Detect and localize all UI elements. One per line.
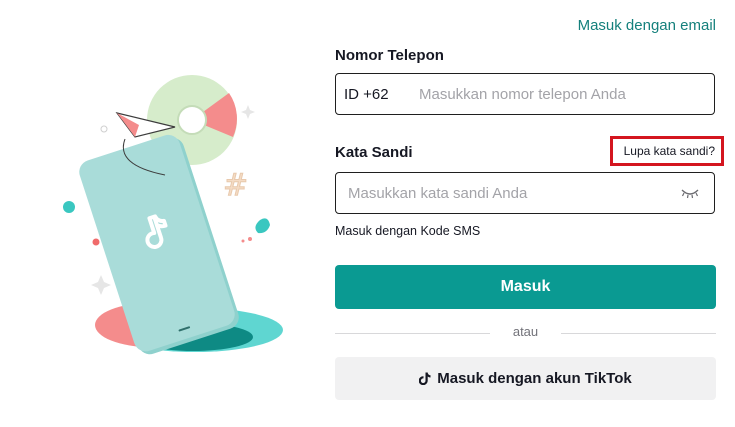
- country-code-selector[interactable]: ID +62: [344, 86, 389, 103]
- divider-text: atau: [512, 324, 539, 339]
- login-button[interactable]: Masuk: [335, 265, 716, 309]
- sms-login-link[interactable]: Masuk dengan Kode SMS: [335, 224, 480, 238]
- eye-closed-icon[interactable]: [680, 186, 700, 200]
- tiktok-login-button[interactable]: Masuk dengan akun TikTok: [335, 357, 716, 400]
- tiktok-logo-icon: [418, 372, 431, 386]
- phone-field[interactable]: ID +62 Masukkan nomor telepon Anda: [335, 73, 715, 115]
- divider-line-right: [561, 333, 716, 334]
- phone-input[interactable]: Masukkan nomor telepon Anda: [419, 86, 626, 103]
- password-input[interactable]: Masukkan kata sandi Anda: [348, 185, 527, 202]
- login-form: Masuk dengan email Nomor Telepon ID +62 …: [335, 0, 724, 427]
- phone-label: Nomor Telepon: [335, 47, 444, 64]
- forgot-password-link[interactable]: Lupa kata sandi?: [609, 136, 724, 166]
- phone-illustration: #: [55, 75, 300, 375]
- password-label: Kata Sandi: [335, 144, 413, 161]
- svg-text:#: #: [223, 168, 248, 203]
- password-field[interactable]: Masukkan kata sandi Anda: [335, 172, 715, 214]
- divider: atau: [335, 324, 716, 342]
- email-login-link[interactable]: Masuk dengan email: [578, 17, 716, 34]
- tiktok-login-label: Masuk dengan akun TikTok: [437, 370, 632, 387]
